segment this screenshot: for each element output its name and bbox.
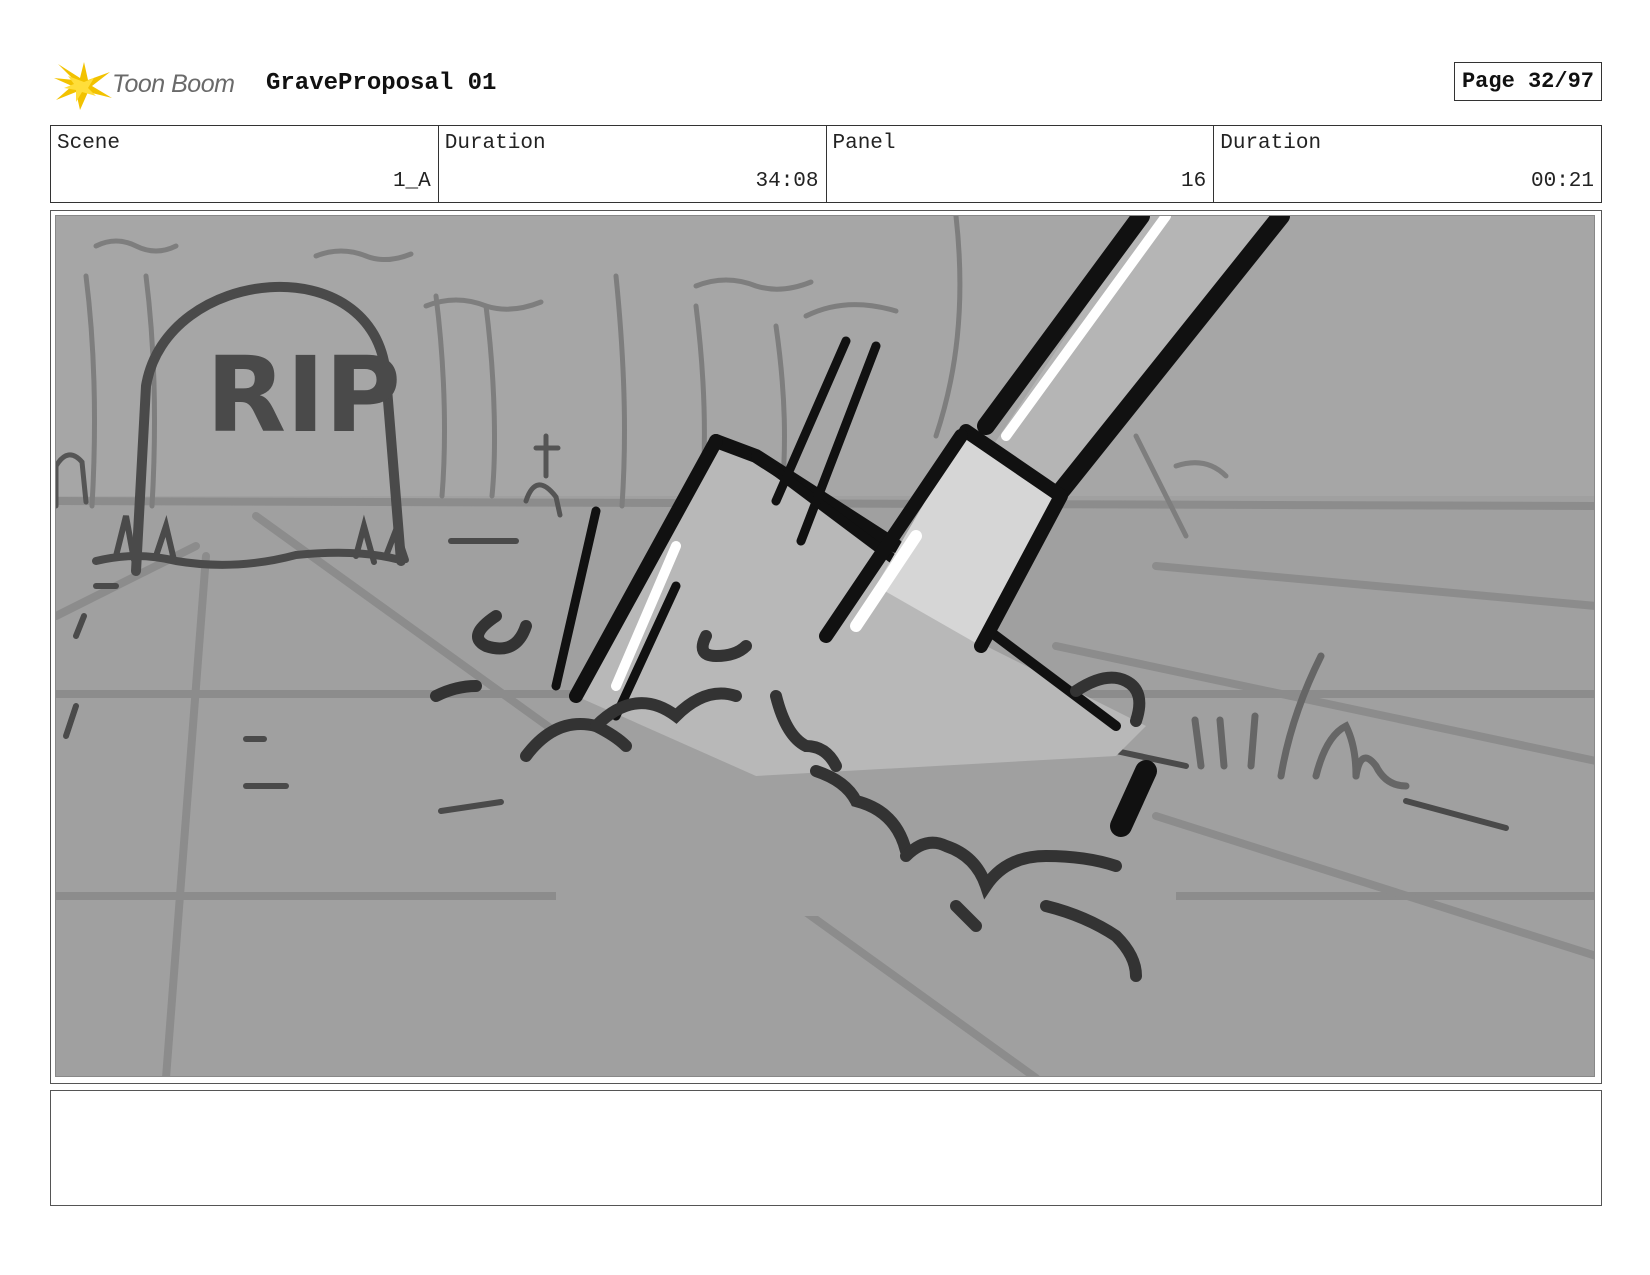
panel-value: 16 [1181, 170, 1207, 193]
page-number: Page 32/97 [1453, 62, 1602, 101]
star-burst-icon [54, 62, 112, 110]
scene-cell: Scene 1_A [51, 126, 439, 202]
logo-text: Toon Boom [112, 70, 235, 98]
scene-duration-label: Duration [444, 132, 546, 155]
panel-drawing-area: RIP [55, 215, 1595, 1077]
panel-sketch: RIP [56, 216, 1594, 1076]
scene-value: 1_A [392, 170, 431, 193]
tombstone-text: RIP [206, 334, 401, 456]
panel-duration-label: Duration [1220, 132, 1322, 155]
panel-duration-cell: Duration 00:21 [1214, 126, 1601, 202]
scene-duration-cell: Duration 34:08 [439, 126, 827, 202]
toon-boom-logo: Toon Boom [54, 58, 254, 112]
panel-cell: Panel 16 [827, 126, 1215, 202]
panel-label: Panel [832, 132, 896, 155]
project-title: GraveProposal 01 [266, 70, 497, 97]
scene-label: Scene [57, 132, 121, 155]
panel-duration-value: 00:21 [1530, 170, 1594, 193]
scene-duration-value: 34:08 [755, 170, 819, 193]
storyboard-header: Toon Boom GraveProposal 01 Page 32/97 [50, 56, 1602, 114]
storyboard-panel: RIP [50, 210, 1602, 1084]
caption-box [50, 1090, 1602, 1206]
panel-info-table: Scene 1_A Duration 34:08 Panel 16 Durati… [50, 125, 1602, 203]
